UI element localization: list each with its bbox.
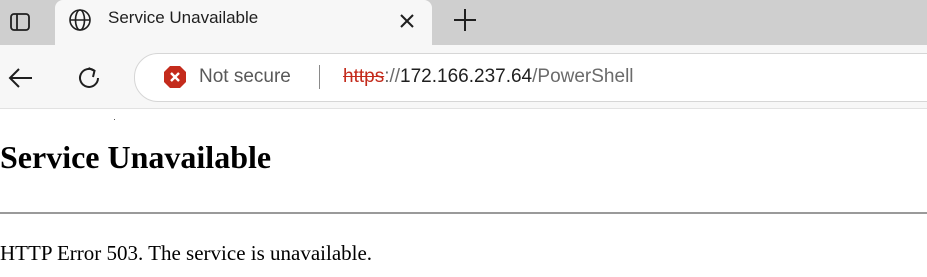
- close-icon[interactable]: [395, 9, 419, 33]
- horizontal-rule: [0, 212, 927, 214]
- url-path: /PowerShell: [532, 66, 634, 87]
- url-scheme: https: [343, 66, 385, 87]
- tab-title: Service Unavailable: [108, 8, 259, 27]
- tab-actions-icon: [10, 13, 30, 31]
- tab-strip: Service Unavailable: [0, 0, 927, 45]
- page-heading: Service Unavailable: [0, 139, 272, 175]
- globe-icon: [69, 9, 91, 31]
- error-message: HTTP Error 503. The service is unavailab…: [0, 241, 373, 265]
- active-tab[interactable]: Service Unavailable: [55, 0, 432, 45]
- page-content: Service Unavailable HTTP Error 503. The …: [0, 109, 927, 277]
- url-slashes: ://: [384, 66, 401, 87]
- plus-icon[interactable]: [449, 4, 481, 36]
- url-text[interactable]: https://172.166.237.64/PowerShell: [343, 66, 634, 88]
- url-host: 172.166.237.64: [400, 66, 533, 87]
- arrow-left-icon[interactable]: [4, 62, 36, 94]
- tab-actions-button[interactable]: [0, 2, 40, 42]
- error-icon[interactable]: [163, 65, 187, 89]
- refresh-icon[interactable]: [73, 62, 105, 94]
- security-status-label[interactable]: Not secure: [199, 66, 291, 88]
- address-divider: [319, 65, 320, 89]
- address-bar[interactable]: Not secure https://172.166.237.64/PowerS…: [134, 53, 927, 102]
- browser-toolbar: Not secure https://172.166.237.64/PowerS…: [0, 45, 927, 109]
- stray-dot: [114, 119, 115, 120]
